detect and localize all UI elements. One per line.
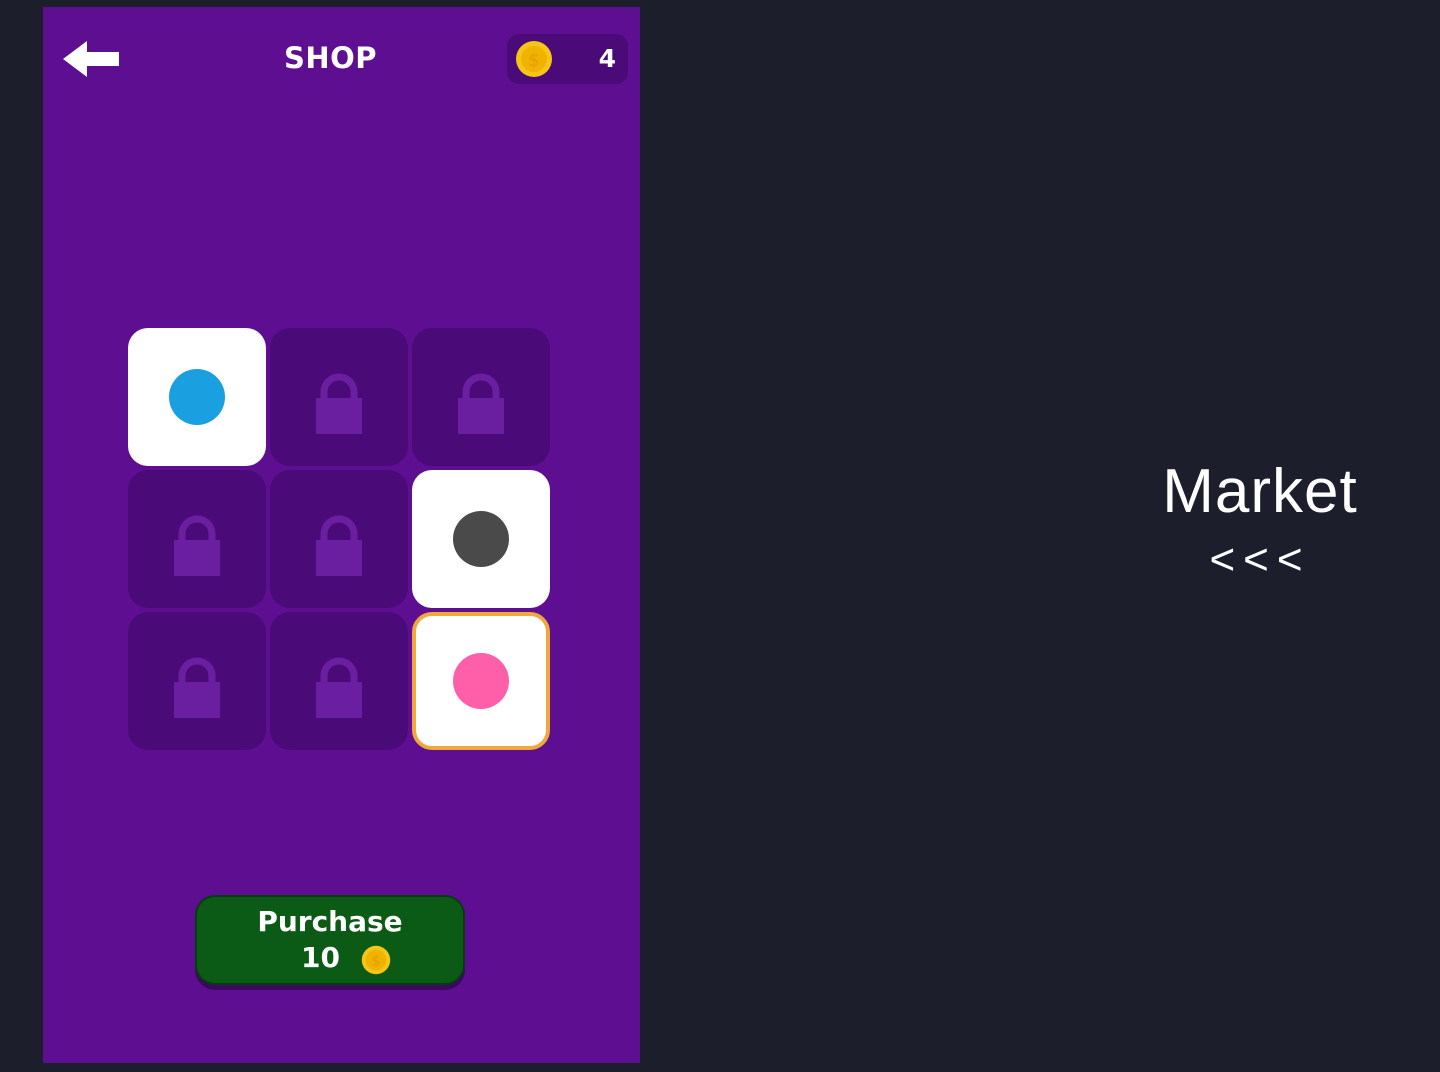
skin-tile[interactable] <box>412 470 550 608</box>
selected-skin-tile[interactable] <box>412 612 550 750</box>
svg-text:$: $ <box>528 50 539 71</box>
shop-screen: SHOP $ 4 Purchase 10 $ <box>43 7 640 1063</box>
lock-icon <box>174 657 220 718</box>
coin-icon: $ <box>516 41 552 77</box>
lock-icon <box>458 373 504 434</box>
lock-icon <box>316 515 362 576</box>
side-caption: Market <<< <box>1100 452 1420 588</box>
stage: SHOP $ 4 Purchase 10 $ Market <<< <box>0 0 1440 1072</box>
locked-skin-tile[interactable] <box>270 612 408 750</box>
locked-skin-tile[interactable] <box>412 328 550 466</box>
locked-skin-tile[interactable] <box>270 328 408 466</box>
locked-skin-tile[interactable] <box>128 470 266 608</box>
coin-counter: $ 4 <box>507 34 628 84</box>
coin-count: 4 <box>598 44 616 73</box>
lock-icon <box>316 657 362 718</box>
market-arrows: <<< <box>1209 535 1311 584</box>
skin-grid <box>128 328 551 751</box>
svg-text:$: $ <box>371 954 380 970</box>
purchase-label: Purchase <box>257 905 403 938</box>
locked-skin-tile[interactable] <box>128 612 266 750</box>
market-title: Market <box>1162 457 1358 526</box>
lock-icon <box>174 515 220 576</box>
skin-dot <box>169 369 225 425</box>
purchase-price: 10 <box>301 941 340 974</box>
skin-tile[interactable] <box>128 328 266 466</box>
skin-dot <box>453 653 509 709</box>
purchase-button[interactable]: Purchase 10 $ <box>195 895 465 985</box>
coin-icon: $ <box>361 945 391 975</box>
lock-icon <box>316 373 362 434</box>
locked-skin-tile[interactable] <box>270 470 408 608</box>
skin-dot <box>453 511 509 567</box>
